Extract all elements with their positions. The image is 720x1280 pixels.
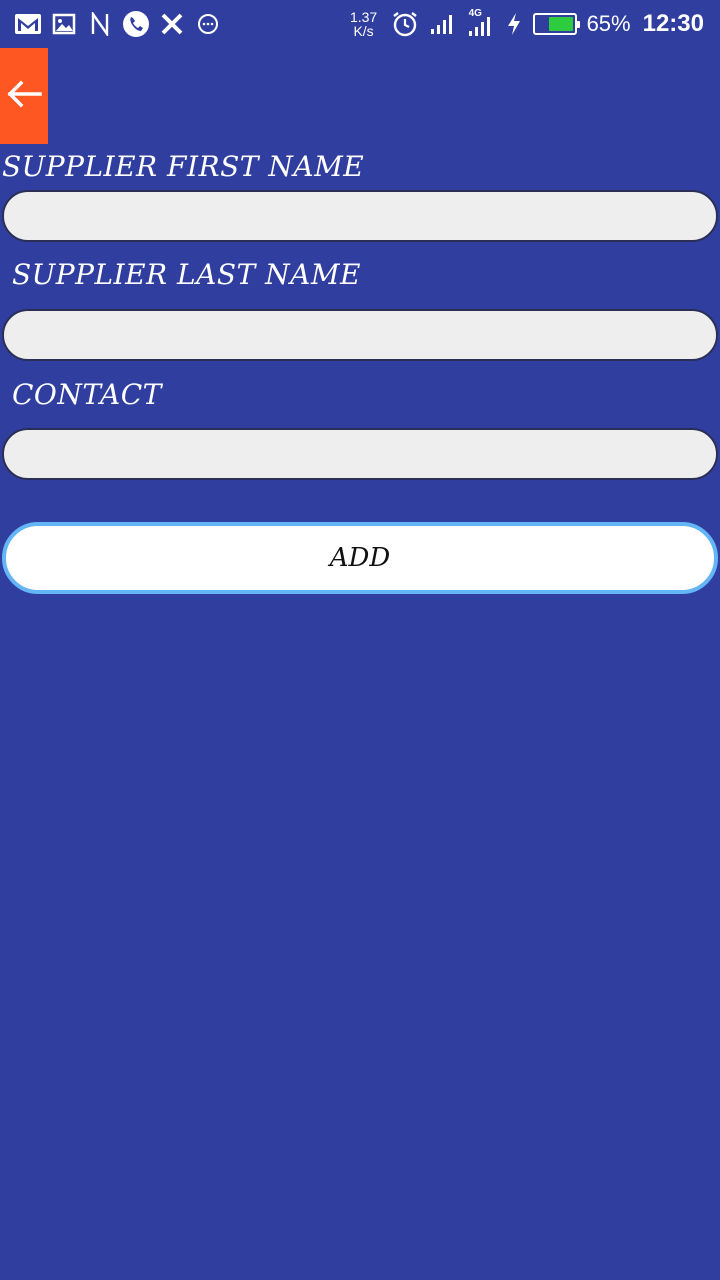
battery-percent: 65% (586, 11, 631, 36)
back-button[interactable] (0, 48, 48, 144)
battery-icon (532, 13, 580, 35)
add-button[interactable]: ADD (2, 522, 718, 594)
alarm-icon (391, 10, 419, 38)
network-speed-unit: K/s (353, 23, 374, 39)
chat-more-icon (194, 10, 222, 38)
add-button-label: ADD (329, 543, 391, 573)
network-speed: 1.37 K/s (347, 10, 381, 38)
signal-4g-icon: 4G (467, 8, 495, 38)
first-name-label: SUPPLIER FIRST NAME (2, 150, 365, 183)
gallery-icon (50, 10, 78, 38)
arrow-left-icon (6, 80, 42, 112)
notification-icons (14, 8, 222, 40)
contact-label: CONTACT (12, 378, 162, 411)
status-bar: 1.37 K/s 4G 65% 12:30 (0, 0, 720, 48)
last-name-input[interactable] (2, 309, 718, 361)
charging-icon (505, 10, 523, 38)
phone-icon (122, 10, 150, 38)
clock: 12:30 (642, 10, 704, 37)
first-name-input[interactable] (2, 190, 718, 242)
system-status: 1.37 K/s 4G 65% 12:30 (347, 6, 704, 42)
network-speed-value: 1.37 (349, 9, 378, 25)
network-type-label: 4G (468, 8, 482, 19)
last-name-label: SUPPLIER LAST NAME (12, 258, 361, 291)
x-app-icon (158, 10, 186, 38)
gmail-icon (14, 10, 42, 38)
contact-input[interactable] (2, 428, 718, 480)
n-app-icon (86, 10, 114, 38)
battery-level (549, 17, 573, 31)
signal-icon (429, 10, 457, 38)
